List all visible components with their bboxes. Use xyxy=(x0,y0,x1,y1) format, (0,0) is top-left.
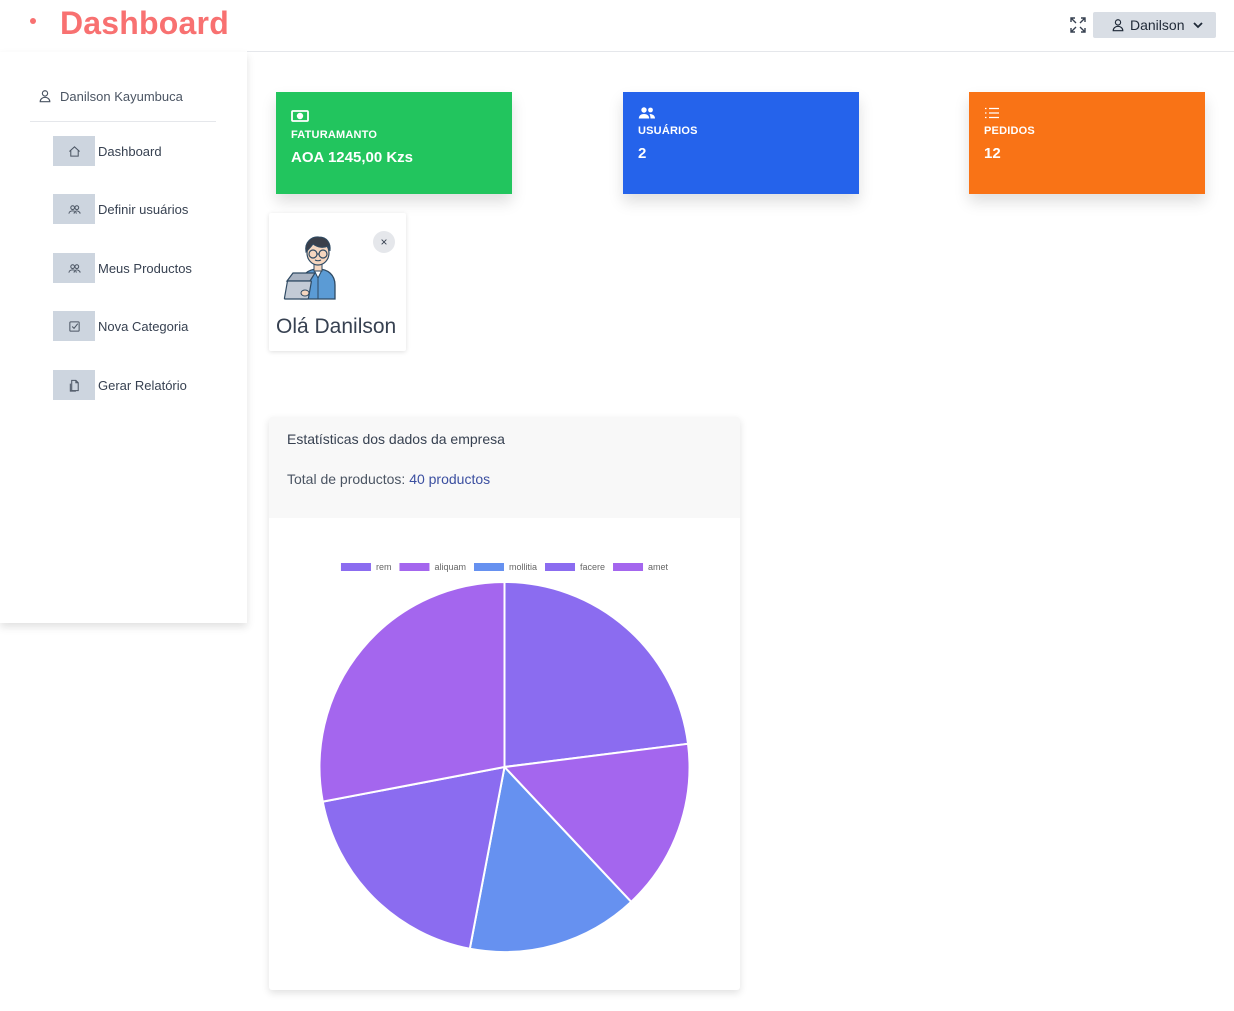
document-icon xyxy=(69,379,79,392)
pie-slice-rem[interactable] xyxy=(503,580,690,769)
sidebar-item-meus-productos[interactable]: Meus Productos xyxy=(53,253,192,283)
card-label: USUÁRIOS xyxy=(638,125,698,137)
users-icon xyxy=(67,263,81,273)
close-icon: × xyxy=(380,235,388,249)
sidebar-item-definir-usuarios[interactable]: Definir usuários xyxy=(53,194,188,224)
legend-swatch-aliquam[interactable] xyxy=(399,563,430,571)
chevron-down-icon xyxy=(1193,22,1203,29)
sidebar-user: Danilson Kayumbuca xyxy=(38,87,183,105)
user-menu-label: Danilson xyxy=(1130,17,1185,33)
page-title: Dashboard xyxy=(60,5,229,41)
sidebar-item-label: Nova Categoria xyxy=(98,318,189,334)
sidebar-item-gerar-relatorio[interactable]: Gerar Relatório xyxy=(53,370,187,400)
sidebar-icon-box xyxy=(53,253,95,283)
user-menu-button[interactable]: Danilson xyxy=(1093,12,1216,38)
greeting-card: × Olá Danilson xyxy=(269,213,406,351)
user-avatar-illustration xyxy=(283,236,336,300)
checkbox-icon xyxy=(68,320,80,332)
sidebar-icon-box xyxy=(53,370,95,400)
card-label: FATURAMANTO xyxy=(291,129,378,141)
top-bar: Dashboard Danilson xyxy=(0,0,1234,52)
card-label: PEDIDOS xyxy=(984,125,1035,137)
sidebar-user-name: Danilson Kayumbuca xyxy=(60,88,183,104)
stats-panel: Estatísticas dos dados da empresa Total … xyxy=(269,417,740,990)
list-icon xyxy=(985,107,999,119)
brand-dot xyxy=(30,18,36,24)
header-divider xyxy=(247,51,1234,52)
legend-label-mollitia[interactable]: mollitia xyxy=(509,562,537,572)
home-icon xyxy=(68,145,80,157)
fullscreen-icon[interactable] xyxy=(1068,15,1088,35)
greeting-text: Olá Danilson xyxy=(276,315,397,338)
legend-swatch-rem[interactable] xyxy=(340,563,371,571)
money-icon xyxy=(291,110,309,122)
legend-label-facere[interactable]: facere xyxy=(580,562,605,572)
sidebar-item-label: Gerar Relatório xyxy=(98,377,187,393)
sidebar-icon-box xyxy=(53,194,95,224)
card-value: AOA 1245,00 Kzs xyxy=(291,149,414,166)
sidebar-icon-box xyxy=(53,311,95,341)
sidebar-item-label: Definir usuários xyxy=(98,201,189,217)
close-button[interactable]: × xyxy=(373,231,395,253)
sidebar: Danilson Kayumbuca Dashboard Definir usu… xyxy=(0,52,247,623)
sidebar-item-dashboard[interactable]: Dashboard xyxy=(53,136,162,166)
card-faturamento: FATURAMANTO AOA 1245,00 Kzs xyxy=(276,92,512,194)
card-value: 2 xyxy=(638,145,647,162)
sidebar-item-label: Meus Productos xyxy=(98,260,192,276)
sidebar-item-label: Dashboard xyxy=(98,143,162,159)
card-value: 12 xyxy=(984,145,1001,162)
legend-label-rem[interactable]: rem xyxy=(376,562,392,572)
legend-swatch-amet[interactable] xyxy=(613,563,644,571)
pie-chart: rem aliquam mollitia facere amet xyxy=(318,562,691,953)
user-icon xyxy=(39,90,51,103)
legend-label-aliquam[interactable]: aliquam xyxy=(434,562,466,572)
sidebar-divider xyxy=(30,121,216,122)
dashboard-page: Dashboard Danilson Danilson Kayumbuca Da… xyxy=(0,0,1234,1011)
user-icon xyxy=(1112,19,1124,32)
card-pedidos: PEDIDOS 12 xyxy=(969,92,1205,194)
sidebar-icon-box xyxy=(53,136,95,166)
legend-swatch-mollitia[interactable] xyxy=(473,563,504,571)
card-usuarios: USUÁRIOS 2 xyxy=(623,92,859,194)
legend-label-amet[interactable]: amet xyxy=(648,562,669,572)
pie-slice-amet[interactable] xyxy=(318,580,506,803)
users-icon xyxy=(638,107,655,119)
users-icon xyxy=(67,204,81,214)
sidebar-item-nova-categoria[interactable]: Nova Categoria xyxy=(53,311,188,341)
legend-swatch-facere[interactable] xyxy=(545,563,576,571)
